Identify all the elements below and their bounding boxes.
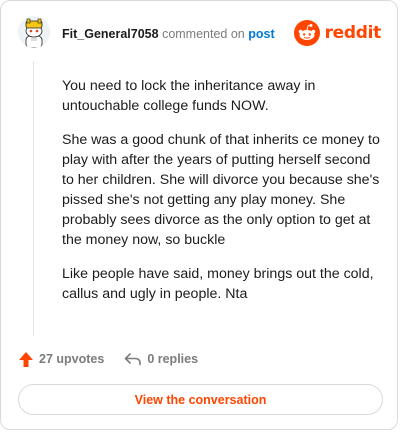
view-conversation-button[interactable]: View the conversation — [18, 384, 383, 415]
upvote-count: 27 upvotes — [39, 352, 105, 366]
reply-arrow-icon — [125, 353, 142, 366]
reddit-snoo-icon — [293, 20, 320, 46]
upvote-button[interactable]: 27 upvotes — [18, 351, 104, 368]
comment-card: Fit_General7058 commented on post reddit… — [0, 0, 398, 430]
comment-paragraph: She was a good chunk of that inherits ce… — [62, 132, 380, 248]
comment-header: Fit_General7058 commented on post reddit — [18, 16, 381, 52]
reddit-logo[interactable]: reddit — [293, 19, 382, 47]
reply-count: 0 replies — [147, 352, 199, 366]
comment-body: You need to lock the inheritance away in… — [62, 76, 385, 318]
post-link[interactable]: post — [248, 27, 274, 41]
comment-action-text: commented on — [158, 27, 249, 41]
comment-paragraph: Like people have said, money brings out … — [62, 266, 374, 302]
reddit-wordmark: reddit — [324, 23, 382, 43]
avatar-snoo-icon — [18, 16, 50, 48]
comment-footer: 27 upvotes 0 replies — [18, 349, 198, 369]
upvote-arrow-icon — [19, 351, 33, 367]
comment-meta: Fit_General7058 commented on post — [62, 26, 275, 42]
username-link[interactable]: Fit_General7058 — [62, 27, 159, 41]
comment-paragraph: You need to lock the inheritance away in… — [62, 78, 316, 114]
reply-button[interactable]: 0 replies — [124, 352, 198, 366]
thread-line — [33, 61, 34, 336]
avatar[interactable] — [18, 16, 50, 48]
